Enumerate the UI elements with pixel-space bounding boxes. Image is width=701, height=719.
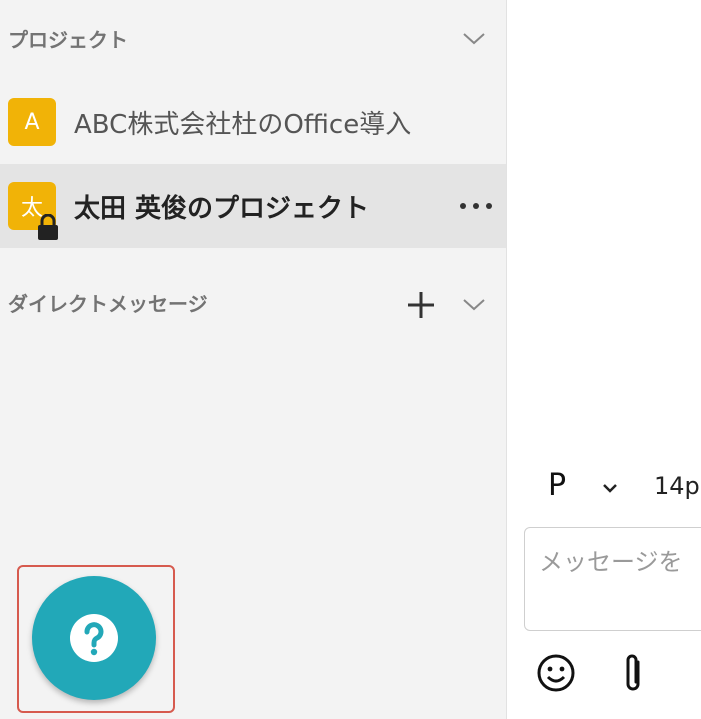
more-horizontal-icon[interactable] <box>460 196 492 216</box>
plus-icon[interactable] <box>406 290 436 320</box>
projects-section-header[interactable]: プロジェクト <box>0 18 506 58</box>
message-input-placeholder: メッセージを <box>539 548 683 576</box>
projects-section-title: プロジェクト <box>8 27 128 52</box>
chevron-down-icon[interactable] <box>460 24 488 52</box>
project-avatar: A <box>8 98 56 146</box>
paperclip-icon[interactable] <box>618 652 648 696</box>
lock-icon <box>38 214 58 240</box>
font-size-select[interactable]: 14p <box>654 472 700 500</box>
format-paragraph-select[interactable]: P <box>548 468 566 503</box>
project-label: ABC株式会社杜のOffice導入 <box>74 110 412 140</box>
smiley-icon[interactable] <box>536 653 576 693</box>
message-input[interactable]: メッセージを <box>524 527 701 631</box>
chevron-down-icon[interactable] <box>598 476 622 500</box>
chevron-down-icon[interactable] <box>460 290 488 318</box>
help-button[interactable] <box>32 576 156 700</box>
project-item-ota[interactable]: 太 太田 英俊のプロジェクト <box>0 164 506 248</box>
help-question-icon <box>70 614 118 662</box>
direct-messages-section-title: ダイレクトメッセージ <box>8 291 208 316</box>
project-label: 太田 英俊のプロジェクト <box>74 194 370 224</box>
project-item-abc[interactable]: A ABC株式会社杜のOffice導入 <box>0 80 506 164</box>
sidebar: プロジェクト A ABC株式会社杜のOffice導入 太 太田 英俊のプロジェク… <box>0 0 507 719</box>
